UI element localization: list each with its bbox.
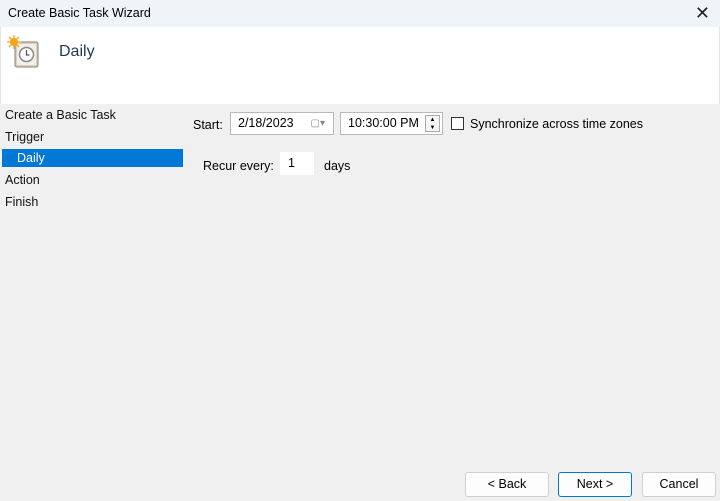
start-date-value: 2/18/2023 — [238, 116, 294, 130]
title-bar: Create Basic Task Wizard ✕ — [0, 0, 720, 27]
scheduled-task-clock-icon — [7, 35, 39, 68]
start-date-picker[interactable]: 2/18/2023 ▢▾ — [230, 112, 334, 135]
sync-time-zones-checkbox[interactable] — [451, 117, 464, 130]
step-daily[interactable]: Daily — [2, 149, 183, 167]
sync-time-zones-label: Synchronize across time zones — [470, 117, 643, 131]
spin-up-icon[interactable]: ▲ — [426, 116, 439, 124]
spin-down-icon[interactable]: ▼ — [426, 124, 439, 132]
start-time-value: 10:30:00 PM — [348, 116, 419, 130]
recur-days-input[interactable]: 1 — [280, 152, 314, 175]
start-time-field[interactable]: 10:30:00 PM ▲ ▼ — [340, 112, 443, 135]
page-title: Daily — [59, 43, 95, 60]
back-button[interactable]: < Back — [465, 472, 549, 497]
recur-label: Recur every: — [203, 159, 274, 173]
wizard-header: Daily — [0, 27, 720, 104]
recur-unit-label: days — [324, 159, 351, 173]
start-label: Start: — [193, 118, 223, 132]
step-create-basic-task[interactable]: Create a Basic Task — [5, 106, 116, 124]
next-button[interactable]: Next > — [558, 472, 632, 497]
step-finish[interactable]: Finish — [5, 193, 38, 211]
close-icon[interactable]: ✕ — [695, 3, 710, 24]
calendar-dropdown-icon[interactable]: ▢▾ — [311, 113, 325, 134]
wizard-steps: Create a Basic Task Trigger Daily Action… — [0, 104, 185, 501]
recur-days-value: 1 — [288, 156, 295, 170]
cancel-button[interactable]: Cancel — [642, 472, 716, 497]
step-action[interactable]: Action — [5, 171, 40, 189]
step-trigger[interactable]: Trigger — [5, 128, 44, 146]
window-title: Create Basic Task Wizard — [8, 6, 151, 20]
time-spinner[interactable]: ▲ ▼ — [425, 115, 440, 132]
